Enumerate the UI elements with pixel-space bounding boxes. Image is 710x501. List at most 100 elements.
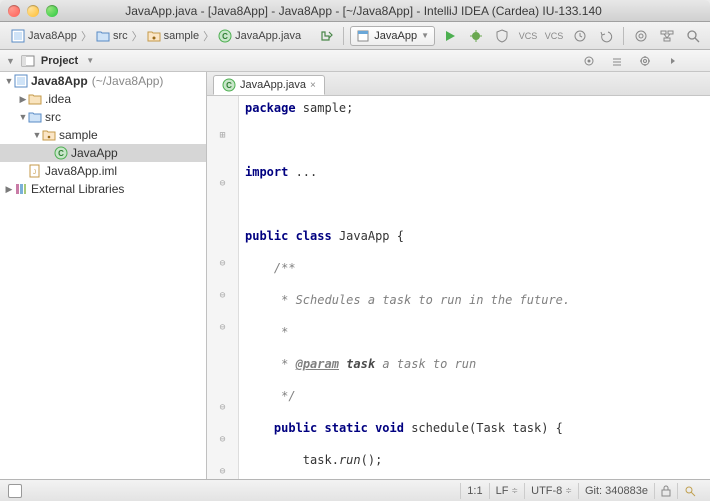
code-editor[interactable]: ⊞ ⊖ ⊖ ⊖ ⊖ ⊖ ⊖ ⊖ package sample; import .… [207, 96, 710, 479]
make-button[interactable] [315, 26, 337, 46]
folder-icon [96, 29, 110, 43]
source-folder-icon [28, 110, 42, 124]
chevron-down-icon[interactable]: ▼ [86, 56, 94, 65]
fold-marker-icon[interactable]: ⊖ [207, 432, 238, 448]
breadcrumb-file: JavaApp.java [235, 30, 301, 42]
fold-marker-icon[interactable]: ⊖ [207, 464, 238, 479]
close-traffic-light[interactable] [8, 5, 20, 17]
chevron-right-icon: 〉 [132, 28, 143, 44]
settings-button[interactable] [630, 26, 652, 46]
debug-button[interactable] [465, 26, 487, 46]
code-content[interactable]: package sample; import ... public class … [239, 96, 710, 479]
zoom-traffic-light[interactable] [46, 5, 58, 17]
project-view-icon [21, 54, 35, 68]
svg-text:J: J [33, 170, 36, 176]
caret-position[interactable]: 1:1 [460, 483, 488, 499]
run-config-select[interactable]: JavaApp ▼ [350, 26, 435, 46]
chevron-down-icon: ▼ [421, 31, 429, 40]
tree-javaapp-label: JavaApp [71, 146, 118, 160]
scroll-from-source-button[interactable] [578, 51, 600, 71]
tree-root-label: Java8App [31, 74, 88, 88]
package-icon [42, 128, 56, 142]
tree-external-libraries[interactable]: ▶ External Libraries [0, 180, 206, 198]
main-area: ▼ Java8App (~/Java8App) ▶ .idea ▼ src ▼ … [0, 72, 710, 479]
svg-text:C: C [58, 149, 64, 158]
status-icon[interactable] [8, 484, 22, 498]
chevron-right-icon: 〉 [203, 28, 214, 44]
fold-marker-icon[interactable]: ⊞ [207, 128, 238, 144]
editor-tabs: C JavaApp.java × [207, 72, 710, 96]
iml-file-icon: J [28, 164, 42, 178]
class-icon: C [218, 29, 232, 43]
editor-gutter[interactable]: ⊞ ⊖ ⊖ ⊖ ⊖ ⊖ ⊖ ⊖ [207, 96, 239, 479]
run-config-label: JavaApp [374, 30, 417, 42]
fold-marker-icon[interactable]: ⊖ [207, 400, 238, 416]
status-bar: 1:1 LF≑ UTF-8≑ Git: 340883e [0, 479, 710, 501]
class-icon: C [54, 146, 68, 160]
expand-arrow-icon[interactable]: ▼ [32, 130, 42, 140]
git-branch[interactable]: Git: 340883e [578, 483, 654, 499]
collapse-all-button[interactable] [606, 51, 628, 71]
expand-arrow-icon[interactable]: ▼ [18, 112, 28, 122]
expand-arrow-icon[interactable]: ▼ [4, 76, 14, 86]
structure-button[interactable] [656, 26, 678, 46]
app-icon [356, 29, 370, 43]
package-icon [147, 29, 161, 43]
read-only-toggle[interactable] [654, 483, 677, 499]
tree-sample-label: sample [59, 128, 98, 142]
fold-marker-icon[interactable]: ⊖ [207, 320, 238, 336]
window-title: JavaApp.java - [Java8App] - Java8App - [… [65, 4, 702, 18]
breadcrumb-sample: sample [164, 30, 199, 42]
editor-tab-label: JavaApp.java [240, 79, 306, 91]
line-separator-select[interactable]: LF≑ [489, 483, 525, 499]
tree-iml-file[interactable]: J Java8App.iml [0, 162, 206, 180]
fold-marker-icon[interactable]: ⊖ [207, 256, 238, 272]
svg-text:C: C [226, 81, 232, 90]
vcs-revert-button[interactable] [595, 26, 617, 46]
breadcrumb-src: src [113, 30, 128, 42]
vcs-commit-button[interactable]: VCS [543, 26, 565, 46]
libraries-icon [14, 182, 28, 196]
chevron-down-icon[interactable]: ▼ [6, 56, 15, 66]
project-tool-label: Project [41, 55, 78, 67]
find-button[interactable] [682, 26, 704, 46]
tree-module-root[interactable]: ▼ Java8App (~/Java8App) [0, 72, 206, 90]
editor-tab-javaapp[interactable]: C JavaApp.java × [213, 75, 325, 95]
close-tab-icon[interactable]: × [310, 80, 316, 91]
minimize-traffic-light[interactable] [27, 5, 39, 17]
folder-icon [28, 92, 42, 106]
fold-marker-icon[interactable]: ⊖ [207, 288, 238, 304]
chevron-right-icon: 〉 [81, 28, 92, 44]
window-titlebar: JavaApp.java - [Java8App] - Java8App - [… [0, 0, 710, 22]
tree-javaapp-class[interactable]: C JavaApp [0, 144, 206, 162]
module-icon [14, 74, 28, 88]
tree-sample-package[interactable]: ▼ sample [0, 126, 206, 144]
tree-root-hint: (~/Java8App) [92, 74, 164, 88]
coverage-button[interactable] [491, 26, 513, 46]
inspections-indicator[interactable] [677, 483, 702, 499]
expand-arrow-icon[interactable]: ▶ [4, 184, 14, 195]
breadcrumb-root: Java8App [28, 30, 77, 42]
svg-text:C: C [222, 32, 228, 41]
main-toolbar: Java8App 〉 src 〉 sample 〉 C JavaApp.java… [0, 22, 710, 50]
expand-arrow-icon[interactable]: ▶ [18, 94, 28, 105]
tree-idea-folder[interactable]: ▶ .idea [0, 90, 206, 108]
tree-ext-label: External Libraries [31, 182, 124, 196]
editor-area: C JavaApp.java × ⊞ ⊖ ⊖ ⊖ ⊖ ⊖ ⊖ [207, 72, 710, 479]
module-icon [11, 29, 25, 43]
encoding-select[interactable]: UTF-8≑ [524, 483, 578, 499]
breadcrumb[interactable]: Java8App 〉 src 〉 sample 〉 C JavaApp.java [6, 26, 306, 46]
hide-tool-button[interactable] [662, 51, 684, 71]
tree-src-label: src [45, 110, 61, 124]
tool-settings-button[interactable] [634, 51, 656, 71]
tree-src-folder[interactable]: ▼ src [0, 108, 206, 126]
vcs-history-button[interactable] [569, 26, 591, 46]
fold-marker-icon[interactable]: ⊖ [207, 176, 238, 192]
project-tree[interactable]: ▼ Java8App (~/Java8App) ▶ .idea ▼ src ▼ … [0, 72, 207, 479]
vcs-update-button[interactable]: VCS [517, 26, 539, 46]
run-button[interactable] [439, 26, 461, 46]
tree-iml-label: Java8App.iml [45, 164, 117, 178]
tree-idea-label: .idea [45, 92, 71, 106]
project-tool-panel-header: ▼ Project ▼ [0, 50, 710, 72]
class-icon: C [222, 78, 236, 92]
